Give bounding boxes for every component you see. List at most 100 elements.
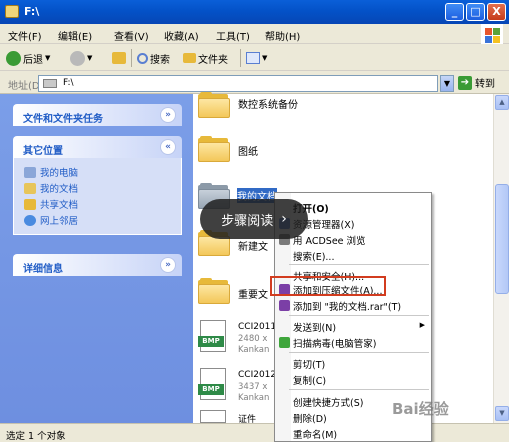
window-title: F:\ (24, 5, 40, 18)
back-arrow-icon (6, 50, 21, 66)
chevron-down-icon: ▼ (45, 54, 51, 62)
menu-edit[interactable]: 编辑(E) (58, 28, 92, 43)
menu-item-rename[interactable]: 重命名(M) (293, 427, 337, 441)
menu-view[interactable]: 查看(V) (114, 28, 149, 43)
scroll-thumb[interactable] (495, 184, 509, 294)
views-icon (246, 52, 260, 64)
folder-icon[interactable] (198, 278, 230, 304)
file-name[interactable]: CCI2012 (238, 370, 276, 380)
vertical-scrollbar[interactable]: ▲ ▼ (493, 94, 509, 423)
bmp-file-icon[interactable] (200, 410, 226, 423)
back-label: 后退 (23, 54, 43, 66)
panel-header[interactable]: 其它位置 « (13, 136, 182, 158)
expand-chevron-icon[interactable]: » (160, 257, 176, 273)
up-folder-button[interactable] (112, 49, 126, 67)
folder-icon (5, 5, 19, 18)
step-reading-button[interactable]: 步骤阅读 › (200, 199, 308, 239)
collapse-chevron-icon[interactable]: « (160, 139, 176, 155)
forward-button[interactable]: ▼ (70, 49, 92, 67)
my-documents-icon (24, 182, 36, 194)
search-label: 搜索 (150, 54, 170, 66)
file-name[interactable]: CCI2011 (238, 322, 276, 332)
address-input[interactable]: F:\ (38, 75, 438, 92)
sidebar-item-shared-documents[interactable]: 共享文档 (24, 196, 181, 212)
panel-title: 文件和文件夹任务 (23, 114, 103, 125)
bmp-file-icon[interactable]: BMP (198, 320, 226, 352)
file-app: Kankan (238, 393, 270, 403)
menu-item-acdsee[interactable]: 用 ACDSee 浏览 (293, 233, 366, 247)
minimize-button[interactable]: _ (445, 3, 464, 21)
menu-divider (289, 315, 429, 316)
menu-item-search[interactable]: 搜索(E)... (293, 249, 334, 263)
menu-item-copy[interactable]: 复制(C) (293, 373, 326, 387)
menu-divider (289, 389, 429, 390)
sidebar-item-label: 我的文档 (40, 184, 79, 195)
maximize-button[interactable]: □ (466, 3, 485, 21)
sidebar-item-label: 共享文档 (40, 200, 79, 211)
file-name[interactable]: 重要文 (238, 286, 268, 301)
menu-tools[interactable]: 工具(T) (216, 28, 250, 43)
folders-label: 文件夹 (198, 54, 228, 66)
menu-help[interactable]: 帮助(H) (265, 28, 300, 43)
panel-other-places: 其它位置 « 我的电脑 我的文档 共享文档 网上邻居 (13, 136, 182, 235)
menu-item-scan-virus[interactable]: 扫描病毒(电脑管家) (293, 336, 376, 350)
panel-file-tasks: 文件和文件夹任务 » (13, 104, 182, 126)
panel-header[interactable]: 文件和文件夹任务 » (13, 104, 182, 126)
folder-icon[interactable] (198, 136, 230, 162)
chevron-right-icon: › (281, 211, 287, 227)
folder-icon[interactable] (198, 92, 230, 118)
status-text: 选定 1 个对象 (6, 431, 66, 442)
menu-divider (289, 352, 429, 353)
search-button[interactable]: 搜索 (137, 49, 170, 67)
sidebar-item-my-computer[interactable]: 我的电脑 (24, 164, 181, 180)
file-name[interactable]: 新建文 (238, 238, 268, 253)
go-button[interactable]: ➔ 转到 (458, 75, 495, 90)
file-app: Kankan (238, 345, 270, 355)
menu-item-add-to-rar[interactable]: 添加到 "我的文档.rar"(T) (293, 299, 401, 313)
panel-header[interactable]: 详细信息 » (13, 254, 182, 276)
baidu-watermark: Bai经验 (392, 398, 449, 419)
sidebar-item-label: 网上邻居 (40, 216, 79, 227)
sidebar-item-network-places[interactable]: 网上邻居 (24, 212, 181, 228)
menu-item-send-to[interactable]: 发送到(N) (293, 320, 336, 334)
up-folder-icon (112, 52, 126, 64)
my-computer-icon (24, 166, 36, 178)
chevron-down-icon: ▼ (262, 54, 268, 62)
menu-favorites[interactable]: 收藏(A) (164, 28, 199, 43)
address-value: F:\ (63, 78, 74, 88)
highlight-box (270, 276, 386, 296)
bmp-file-icon[interactable]: BMP (198, 368, 226, 400)
expand-chevron-icon[interactable]: » (160, 107, 176, 123)
go-arrow-icon: ➔ (458, 75, 472, 90)
scroll-down-button[interactable]: ▼ (495, 406, 509, 421)
sidebar-item-label: 我的电脑 (40, 168, 79, 179)
toolbar-divider (131, 49, 132, 67)
sidebar-item-my-documents[interactable]: 我的文档 (24, 180, 181, 196)
menu-file[interactable]: 文件(F) (8, 28, 42, 43)
file-name[interactable]: 数控系统备份 (238, 96, 298, 111)
menu-item-create-shortcut[interactable]: 创建快捷方式(S) (293, 395, 363, 409)
file-dimensions: 3437 x (238, 382, 268, 392)
search-icon (137, 52, 148, 64)
scroll-up-button[interactable]: ▲ (495, 95, 509, 110)
address-dropdown-button[interactable]: ▼ (440, 75, 454, 92)
views-button[interactable]: ▼ (246, 49, 267, 67)
file-dimensions: 2480 x (238, 334, 268, 344)
panel-title: 其它位置 (23, 146, 63, 157)
drive-icon (43, 79, 57, 88)
title-bar[interactable]: F:\ _ □ X (0, 0, 509, 24)
menu-item-cut[interactable]: 剪切(T) (293, 357, 325, 371)
winrar-icon (279, 300, 290, 311)
close-button[interactable]: X (487, 3, 506, 21)
task-pane: 文件和文件夹任务 » 其它位置 « 我的电脑 我的文档 共享文档 网上邻居 详细… (0, 94, 193, 423)
windows-logo-icon (481, 24, 503, 44)
menu-item-delete[interactable]: 删除(D) (293, 411, 327, 425)
folders-icon (183, 53, 196, 63)
folders-button[interactable]: 文件夹 (183, 49, 228, 67)
panel-details: 详细信息 » (13, 254, 182, 276)
toolbar: 后退 ▼ ▼ 搜索 文件夹 ▼ (0, 45, 509, 71)
file-name[interactable]: 图纸 (238, 143, 258, 158)
back-button[interactable]: 后退 ▼ (6, 49, 50, 67)
panel-title: 详细信息 (23, 264, 63, 275)
explorer-window: F:\ _ □ X 文件(F) 编辑(E) 查看(V) 收藏(A) 工具(T) … (0, 0, 509, 442)
